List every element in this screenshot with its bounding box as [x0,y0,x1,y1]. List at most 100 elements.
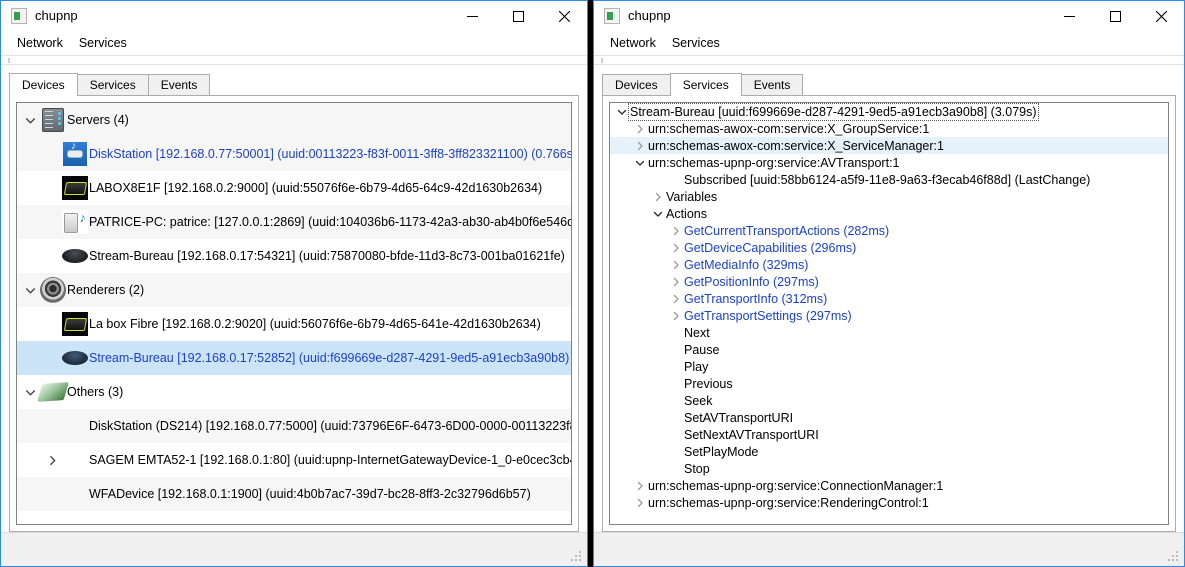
chevron-right-icon[interactable] [632,124,648,134]
service-tree-row-label: Actions [666,206,707,221]
service-tree-row-label: Stream-Bureau [uuid:f699669e-d287-4291-9… [628,103,1039,121]
service-tree-row-label: GetTransportInfo (312ms) [684,291,828,306]
service-tree-row[interactable]: Seek [610,392,1168,409]
device-tree-row[interactable]: SAGEM EMTA52-1 [192.168.0.1:80] (uuid:up… [17,443,571,477]
chevron-right-icon[interactable] [632,498,648,508]
device-tree-row[interactable]: Stream-Bureau [192.168.0.17:54321] (uuid… [17,239,571,273]
service-tree-row[interactable]: urn:schemas-upnp-org:service:ConnectionM… [610,477,1168,494]
device-tree-row[interactable]: Others (3) [17,375,571,409]
menu-services[interactable]: Services [664,33,728,53]
service-tree-row[interactable]: urn:schemas-upnp-org:service:AVTransport… [610,154,1168,171]
device-tree-row-label: Stream-Bureau [192.168.0.17:54321] (uuid… [89,249,565,263]
service-tree-row[interactable]: Actions [610,205,1168,222]
device-tree-row-label: Renderers (2) [67,283,145,297]
statusbar-right [594,532,1184,566]
minimize-button[interactable] [1046,1,1092,31]
tab-devices[interactable]: Devices [9,73,78,96]
window-buttons-left [449,1,587,31]
device-tree-row[interactable]: LABOX8E1F [192.168.0.2:9000] (uuid:55076… [17,171,571,205]
service-tree-row[interactable]: Previous [610,375,1168,392]
service-tree-row[interactable]: GetDeviceCapabilities (296ms) [610,239,1168,256]
chevron-down-icon[interactable] [650,209,666,219]
service-tree-row[interactable]: SetAVTransportURI [610,409,1168,426]
service-tree-row[interactable]: SetPlayMode [610,443,1168,460]
chevron-right-icon[interactable] [668,226,684,236]
tab-events[interactable]: Events [147,74,211,95]
device-tree-row[interactable]: WFADevice [192.168.0.1:1900] (uuid:4b0b7… [17,477,571,511]
chevron-right-icon[interactable] [43,455,61,466]
device-tree-row[interactable]: Servers (4) [17,103,571,137]
device-tree-row[interactable]: Stream-Bureau [192.168.0.17:52852] (uuid… [17,341,571,375]
titlebar-left[interactable]: chupnp [1,1,587,31]
device-tree-row-label: WFADevice [192.168.0.1:1900] (uuid:4b0b7… [89,487,531,501]
service-tree-row[interactable]: GetMediaInfo (329ms) [610,256,1168,273]
service-tree-row[interactable]: GetCurrentTransportActions (282ms) [610,222,1168,239]
device-tree-row[interactable]: La box Fibre [192.168.0.2:9020] (uuid:56… [17,307,571,341]
service-tree-row[interactable]: GetTransportInfo (312ms) [610,290,1168,307]
service-tree-row-label: urn:schemas-awox-com:service:X_GroupServ… [648,121,930,136]
chevron-right-icon[interactable] [632,141,648,151]
device-tree-row-label: DiskStation (DS214) [192.168.0.77:5000] … [89,419,571,433]
service-tree-row-label: GetMediaInfo (329ms) [684,257,809,272]
service-tree-row[interactable]: Subscribed [uuid:58bb6124-a5f9-11e8-9a63… [610,171,1168,188]
grip-dot [1172,559,1174,561]
menu-network[interactable]: Network [602,33,664,53]
client-area-left: Devices Services Events Servers (4) DiskS… [1,65,587,532]
service-tree-row[interactable]: Pause [610,341,1168,358]
chevron-right-icon[interactable] [668,277,684,287]
chevron-down-icon[interactable] [632,158,648,168]
service-tree-row-label: urn:schemas-upnp-org:service:RenderingCo… [648,495,929,510]
titlebar-right[interactable]: chupnp [594,1,1184,31]
close-button[interactable] [541,1,587,31]
chevron-right-icon[interactable] [668,294,684,304]
tab-devices[interactable]: Devices [602,74,671,95]
service-tree-row[interactable]: Variables [610,188,1168,205]
maximize-button[interactable] [1092,1,1138,31]
device-tree-row[interactable]: PATRICE-PC: patrice: [127.0.0.1:2869] (u… [17,205,571,239]
service-tree[interactable]: Stream-Bureau [uuid:f699669e-d287-4291-9… [609,102,1169,525]
tab-events[interactable]: Events [740,74,804,95]
maximize-button[interactable] [495,1,541,31]
service-tree-row[interactable]: GetTransportSettings (297ms) [610,307,1168,324]
chevron-right-icon[interactable] [632,481,648,491]
service-tree-row[interactable]: SetNextAVTransportURI [610,426,1168,443]
chevron-right-icon[interactable] [668,243,684,253]
minimize-button[interactable] [449,1,495,31]
chevron-right-icon[interactable] [650,192,666,202]
resize-grip-icon[interactable] [1168,551,1180,563]
chevron-right-icon[interactable] [668,311,684,321]
service-tree-row[interactable]: urn:schemas-upnp-org:service:RenderingCo… [610,494,1168,511]
device-tree-row[interactable]: Renderers (2) [17,273,571,307]
menu-network[interactable]: Network [9,33,71,53]
service-tree-row[interactable]: Stop [610,460,1168,477]
tab-services[interactable]: Services [669,73,742,96]
service-tree-row[interactable]: Stream-Bureau [uuid:f699669e-d287-4291-9… [610,103,1168,121]
chevron-down-icon[interactable] [21,285,39,296]
window-title: chupnp [628,8,671,23]
window-left[interactable]: chupnp Network Services Devices Services… [0,0,588,567]
tab-services[interactable]: Services [76,74,149,95]
device-tree-row[interactable]: DiskStation [192.168.0.77:50001] (uuid:0… [17,137,571,171]
resize-grip-icon[interactable] [571,551,583,563]
chevron-down-icon[interactable] [21,387,39,398]
service-tree-row[interactable]: GetPositionInfo (297ms) [610,273,1168,290]
grip-dot [571,559,573,561]
window-right[interactable]: chupnp Network Services Devices Services… [593,0,1185,567]
service-tree-row[interactable]: urn:schemas-awox-com:service:X_ServiceMa… [610,137,1168,154]
grip-dot [579,555,581,557]
device-tree[interactable]: Servers (4) DiskStation [192.168.0.77:500… [16,102,572,525]
device-tree-row-label: DiskStation [192.168.0.77:50001] (uuid:0… [89,147,571,161]
menu-services[interactable]: Services [71,33,135,53]
chevron-down-icon[interactable] [21,115,39,126]
device-tree-row[interactable]: DiskStation (DS214) [192.168.0.77:5000] … [17,409,571,443]
toolbar-grip-right [594,55,1184,65]
service-tree-row[interactable]: Next [610,324,1168,341]
device-tree-row-label: Servers (4) [67,113,129,127]
service-tree-row[interactable]: Play [610,358,1168,375]
close-button[interactable] [1138,1,1184,31]
chevron-right-icon[interactable] [668,260,684,270]
service-tree-row[interactable]: urn:schemas-awox-com:service:X_GroupServ… [610,120,1168,137]
speaker-icon [39,277,67,303]
chevron-down-icon[interactable] [614,107,630,117]
service-tree-row-label: GetDeviceCapabilities (296ms) [684,240,857,255]
